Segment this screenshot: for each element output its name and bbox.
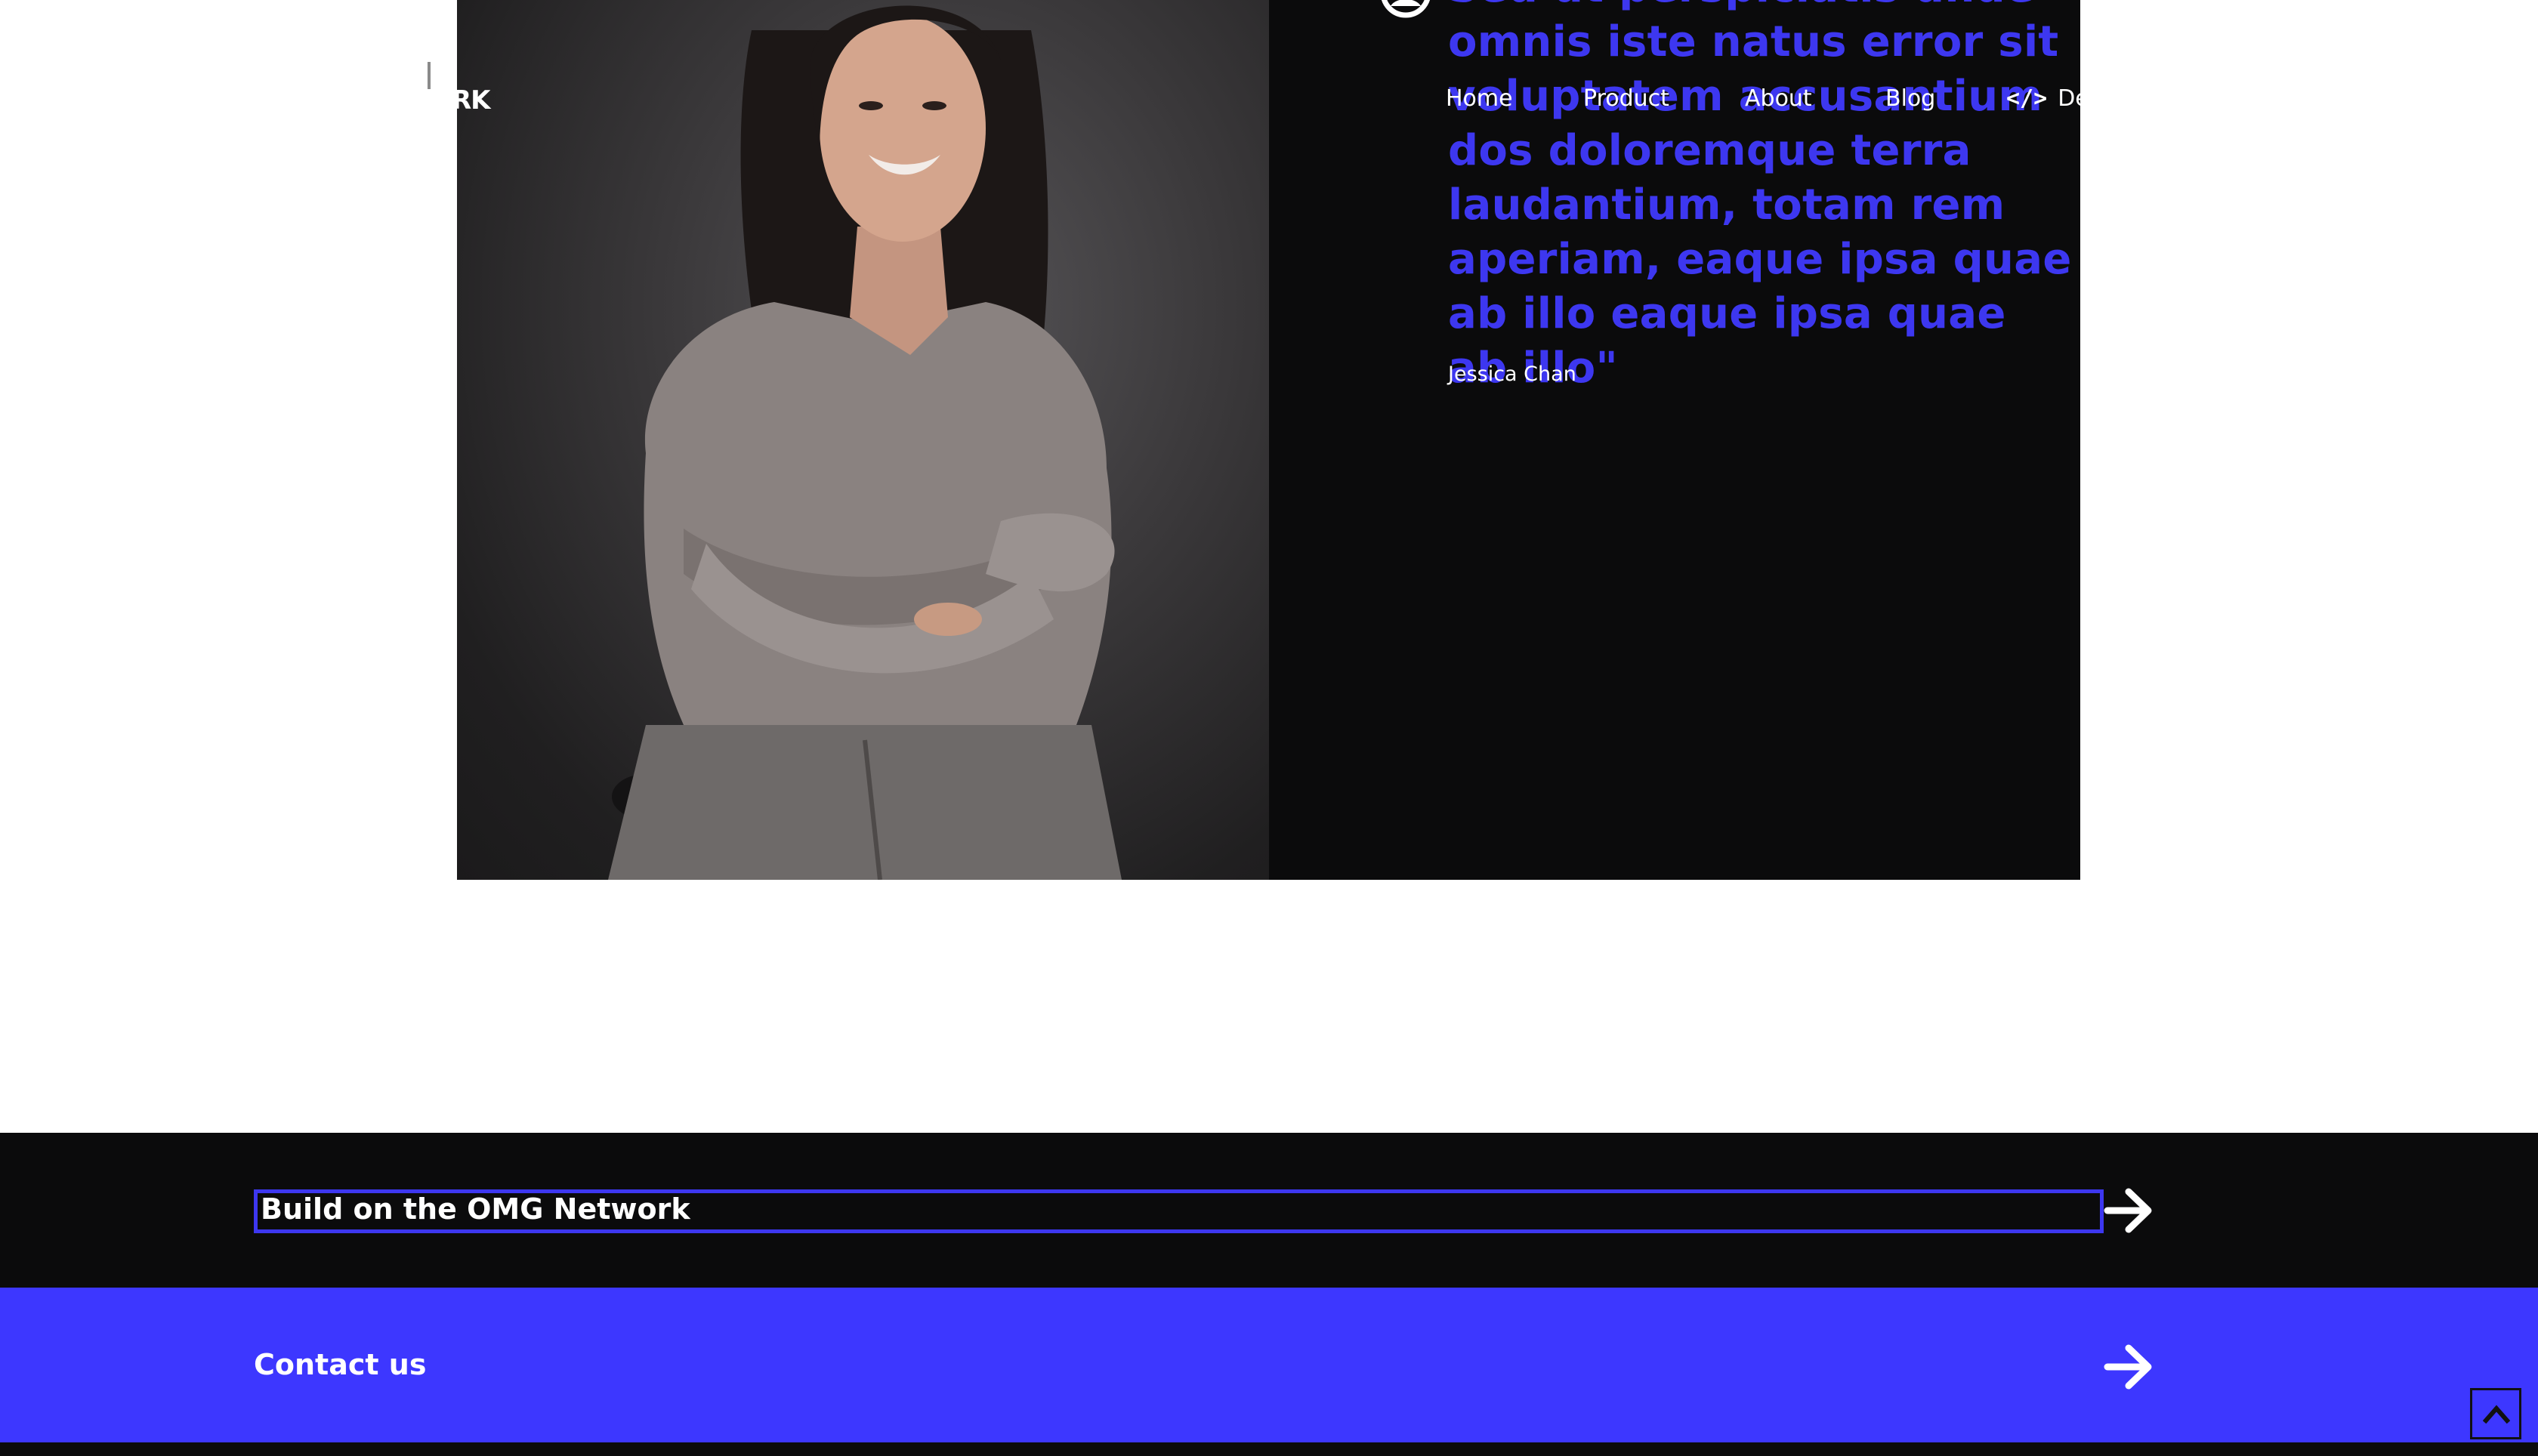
- cta-build-section: Build on the OMG Network: [0, 1133, 2538, 1288]
- nav-developers[interactable]: </> De: [2006, 85, 2080, 112]
- cta-build-label[interactable]: Build on the OMG Network: [261, 1192, 690, 1226]
- nav-home[interactable]: Home: [1446, 85, 1513, 112]
- nav-about[interactable]: About: [1745, 85, 1812, 112]
- arrow-right-icon[interactable]: [2103, 1340, 2156, 1393]
- brand-logo[interactable]: RK: [452, 85, 491, 116]
- testimonial-quote: Sed ut perspiciatis unde omnis iste natu…: [1448, 0, 2072, 393]
- testimonial-section: Sed ut perspiciatis unde omnis iste natu…: [457, 0, 2080, 880]
- cta-contact-label[interactable]: Contact us: [254, 1348, 426, 1381]
- nav-product[interactable]: Product: [1583, 85, 1669, 112]
- scroll-to-top-button[interactable]: [2470, 1388, 2521, 1439]
- testimonial-photo: [457, 0, 1269, 880]
- nav-blog[interactable]: Blog: [1885, 85, 1935, 112]
- testimonial-quote-panel: Sed ut perspiciatis unde omnis iste natu…: [1269, 0, 2080, 880]
- arrow-right-icon[interactable]: [2103, 1184, 2156, 1237]
- user-circle-icon: [1382, 0, 1430, 18]
- nav-developers-label: De: [2058, 85, 2080, 112]
- code-icon: </>: [2006, 85, 2048, 112]
- chevron-up-icon: [2483, 1405, 2510, 1424]
- cta-contact-section[interactable]: Contact us: [0, 1288, 2538, 1442]
- testimonial-author: Jessica Chan: [1448, 362, 1576, 386]
- nav-divider: [428, 62, 431, 89]
- footer-strip: [0, 1442, 2538, 1456]
